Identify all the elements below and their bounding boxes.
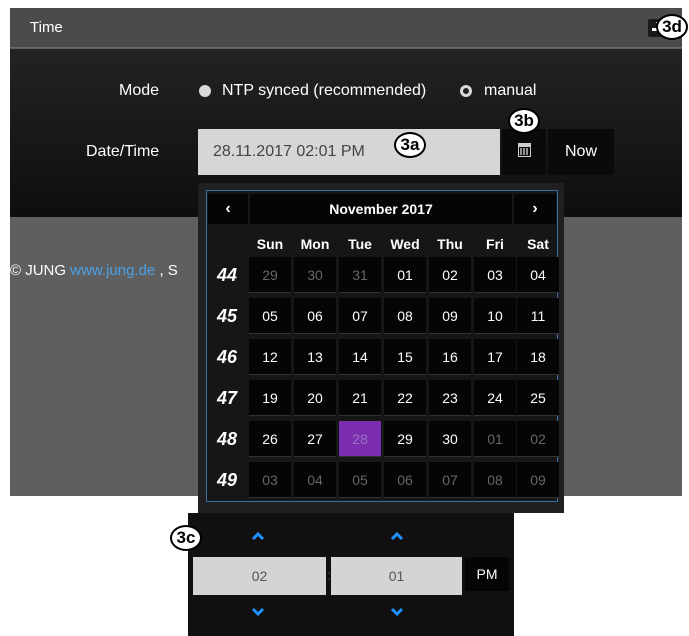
footer-copyright: © JUNG [10, 262, 71, 279]
weekday-header: Sat [527, 236, 549, 252]
calendar-day[interactable]: 02 [517, 421, 559, 457]
minute-down-icon[interactable] [389, 607, 405, 617]
calendar-day[interactable]: 17 [474, 339, 516, 375]
week-number: 44 [216, 265, 238, 285]
calendar-day[interactable]: 08 [384, 298, 426, 334]
calendar-day[interactable]: 04 [294, 462, 336, 498]
calendar-day[interactable]: 31 [339, 257, 381, 293]
minute-up-icon[interactable] [389, 531, 405, 541]
calendar-day[interactable]: 11 [517, 298, 559, 334]
calendar-day[interactable]: 15 [384, 339, 426, 375]
next-month-button[interactable]: › [514, 194, 556, 224]
calendar-day[interactable]: 18 [517, 339, 559, 375]
weekday-header: Fri [486, 236, 504, 252]
now-button[interactable]: Now [548, 129, 614, 175]
calendar-day[interactable]: 24 [474, 380, 516, 416]
datetime-label: Date/Time [86, 143, 160, 160]
minute-field[interactable]: 01 [331, 557, 462, 595]
calendar-day[interactable]: 29 [384, 421, 426, 457]
calendar-day[interactable]: 30 [429, 421, 471, 457]
week-number: 48 [216, 429, 238, 449]
week-number: 45 [216, 306, 238, 326]
panel-header: Time [10, 8, 682, 48]
weekday-header: Sun [256, 236, 284, 252]
calendar-day[interactable]: 07 [339, 298, 381, 334]
ntp-radio-label[interactable]: NTP synced (recommended) [222, 82, 426, 100]
datetime-input[interactable] [198, 129, 500, 175]
calendar-day[interactable]: 10 [474, 298, 516, 334]
prev-month-button[interactable]: ‹ [208, 194, 248, 224]
calendar-day[interactable]: 21 [339, 380, 381, 416]
calendar-day[interactable]: 22 [384, 380, 426, 416]
calendar-day[interactable]: 09 [429, 298, 471, 334]
calendar-day[interactable]: 25 [517, 380, 559, 416]
weekday-header: Mon [300, 236, 330, 252]
hour-field[interactable]: 02 [193, 557, 326, 595]
calendar-day[interactable]: 27 [294, 421, 336, 457]
hour-down-icon[interactable] [250, 607, 266, 617]
calendar-day[interactable]: 03 [474, 257, 516, 293]
calendar-day[interactable]: 19 [249, 380, 291, 416]
calendar-day[interactable]: 02 [429, 257, 471, 293]
calendar-day[interactable]: 09 [517, 462, 559, 498]
weekday-header: Tue [348, 236, 372, 252]
calendar-day[interactable]: 05 [249, 298, 291, 334]
panel-title: Time [30, 19, 63, 36]
calendar-day[interactable]: 23 [429, 380, 471, 416]
calendar-day[interactable]: 13 [294, 339, 336, 375]
mode-label: Mode [119, 82, 160, 99]
callout-3d: 3d [656, 14, 688, 40]
footer-link[interactable]: www.jung.de [70, 262, 155, 279]
calendar-day[interactable]: 30 [294, 257, 336, 293]
ampm-button[interactable]: PM [465, 557, 509, 591]
calendar-day[interactable]: 07 [429, 462, 471, 498]
calendar-day[interactable]: 06 [384, 462, 426, 498]
week-number: 49 [216, 470, 238, 490]
calendar-icon [518, 143, 531, 157]
calendar-button[interactable] [502, 129, 546, 175]
callout-3a: 3a [394, 132, 426, 158]
calendar-day[interactable]: 03 [249, 462, 291, 498]
calendar-day[interactable]: 12 [249, 339, 291, 375]
hour-up-icon[interactable] [250, 531, 266, 541]
callout-3b: 3b [508, 108, 540, 134]
month-year-label[interactable]: November 2017 [250, 194, 512, 224]
manual-radio-label[interactable]: manual [484, 82, 536, 100]
weekday-header: Wed [390, 236, 420, 252]
footer-suffix: , S [155, 262, 178, 279]
calendar-day[interactable]: 29 [249, 257, 291, 293]
calendar-day[interactable]: 20 [294, 380, 336, 416]
calendar-day[interactable]: 16 [429, 339, 471, 375]
footer: © JUNG www.jung.de , S [10, 262, 178, 279]
calendar-day[interactable]: 04 [517, 257, 559, 293]
calendar-day[interactable]: 28 [339, 421, 381, 457]
calendar-day[interactable]: 01 [384, 257, 426, 293]
calendar-day[interactable]: 06 [294, 298, 336, 334]
week-number: 47 [216, 388, 238, 408]
manual-radio[interactable] [460, 85, 472, 97]
week-number: 46 [216, 347, 238, 367]
ntp-radio[interactable] [199, 85, 211, 97]
calendar-day[interactable]: 26 [249, 421, 291, 457]
calendar-day[interactable]: 01 [474, 421, 516, 457]
calendar-day[interactable]: 08 [474, 462, 516, 498]
calendar-day[interactable]: 14 [339, 339, 381, 375]
calendar-day[interactable]: 05 [339, 462, 381, 498]
weekday-header: Thu [437, 236, 463, 252]
callout-3c: 3c [170, 525, 202, 551]
